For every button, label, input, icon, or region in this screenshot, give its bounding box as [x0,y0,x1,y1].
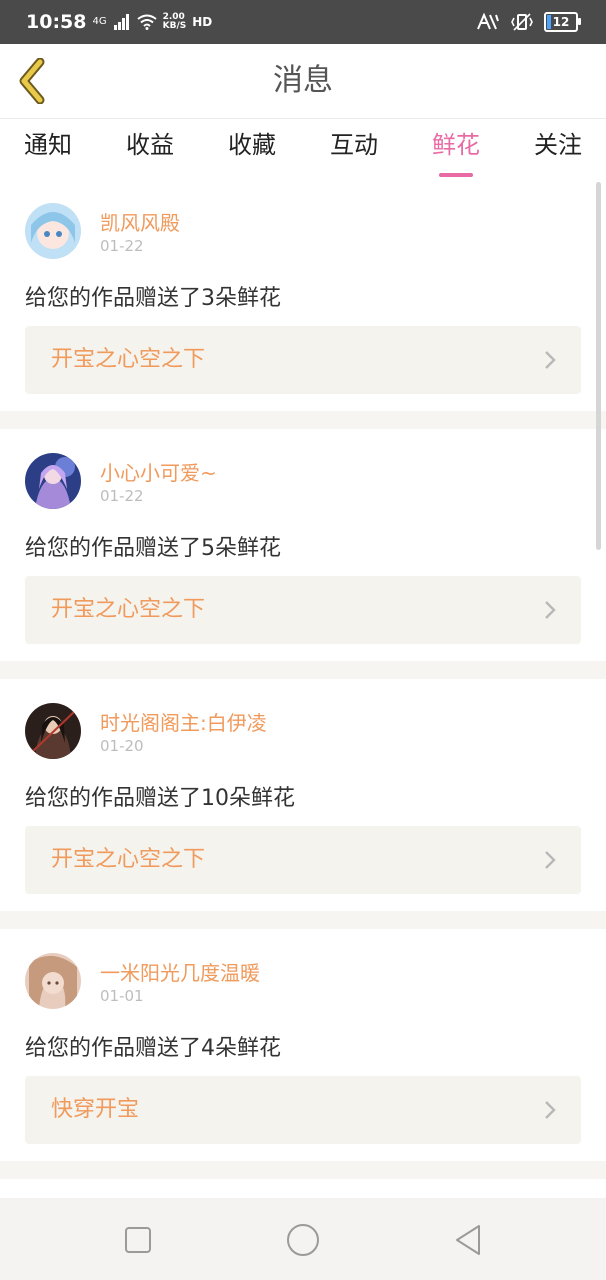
message-text: 给您的作品赠送了5朵鲜花 [25,536,281,561]
list-item: 一米阳光几度温暖 01-01 给您的作品赠送了4朵鲜花 快穿开宝 [0,929,606,1161]
divider [0,911,606,929]
chevron-right-icon [545,851,556,869]
list-item: 时光阁阁主:白伊凌 01-20 给您的作品赠送了10朵鲜花 开宝之心空之下 [0,679,606,911]
username[interactable]: 时光阁阁主:白伊凌 [100,707,267,736]
circle-icon [287,1224,319,1256]
work-title: 快穿开宝 [51,1097,140,1122]
message-date: 01-22 [100,237,144,255]
message-date: 01-20 [100,737,144,755]
work-title: 开宝之心空之下 [51,347,206,372]
hd-icon: HD [192,15,213,29]
battery-icon: 12 [544,12,581,32]
recents-button[interactable] [118,1220,158,1260]
divider [0,1161,606,1179]
network-speed: 2.00 KB/S [162,12,187,31]
tab-favorites[interactable]: 收藏 [228,119,276,179]
nfc-icon [477,13,499,30]
list-item: 小心小可爱~ 01-22 给您的作品赠送了5朵鲜花 开宝之心空之下 [0,429,606,661]
page-title: 消息 [273,63,333,98]
scrollbar[interactable] [596,182,601,550]
system-nav-bar [0,1198,606,1280]
chevron-right-icon [545,601,556,619]
message-date: 01-22 [100,487,144,505]
work-title: 开宝之心空之下 [51,597,206,622]
message-text: 给您的作品赠送了4朵鲜花 [25,1036,281,1061]
work-link[interactable]: 开宝之心空之下 [25,826,581,894]
message-text: 给您的作品赠送了10朵鲜花 [25,786,295,811]
back-nav-button[interactable] [448,1220,488,1260]
chevron-right-icon [545,1101,556,1119]
tab-interactions[interactable]: 互动 [330,119,378,179]
username[interactable]: 一米阳光几度温暖 [100,957,260,986]
tab-follows[interactable]: 关注 [534,119,582,179]
wifi-icon [136,14,157,30]
back-button[interactable] [14,57,54,105]
username[interactable]: 小心小可爱~ [100,457,217,486]
tab-bar: 通知 收益 收藏 互动 鲜花 关注 [0,119,606,179]
username[interactable]: 凯风风殿 [100,207,180,236]
status-time: 10:58 [26,11,87,33]
divider [0,661,606,679]
tab-earnings[interactable]: 收益 [126,119,174,179]
avatar[interactable] [25,203,81,259]
home-button[interactable] [283,1220,323,1260]
work-title: 开宝之心空之下 [51,847,206,872]
chevron-right-icon [545,351,556,369]
work-link[interactable]: 开宝之心空之下 [25,326,581,394]
avatar[interactable] [25,453,81,509]
back-arrow-icon [19,57,45,105]
message-text: 给您的作品赠送了3朵鲜花 [25,286,281,311]
work-link[interactable]: 开宝之心空之下 [25,576,581,644]
tab-notifications[interactable]: 通知 [24,119,72,179]
work-link[interactable]: 快穿开宝 [25,1076,581,1144]
network-type: 4G [92,16,107,27]
tab-flowers[interactable]: 鲜花 [432,119,480,179]
divider [0,411,606,429]
signal-icon [113,14,129,30]
avatar[interactable] [25,703,81,759]
message-date: 01-01 [100,987,144,1005]
square-icon [125,1227,151,1253]
message-list: 凯风风殿 01-22 给您的作品赠送了3朵鲜花 开宝之心空之下 小心小可爱~ 0… [0,179,606,1179]
header: 消息 [0,44,606,119]
avatar[interactable] [25,953,81,1009]
triangle-back-icon [456,1225,480,1255]
vibrate-icon [511,13,533,31]
status-bar: 10:58 4G 2.00 KB/S HD 12 [0,0,606,44]
list-item: 凯风风殿 01-22 给您的作品赠送了3朵鲜花 开宝之心空之下 [0,179,606,411]
battery-level: 12 [552,15,570,29]
